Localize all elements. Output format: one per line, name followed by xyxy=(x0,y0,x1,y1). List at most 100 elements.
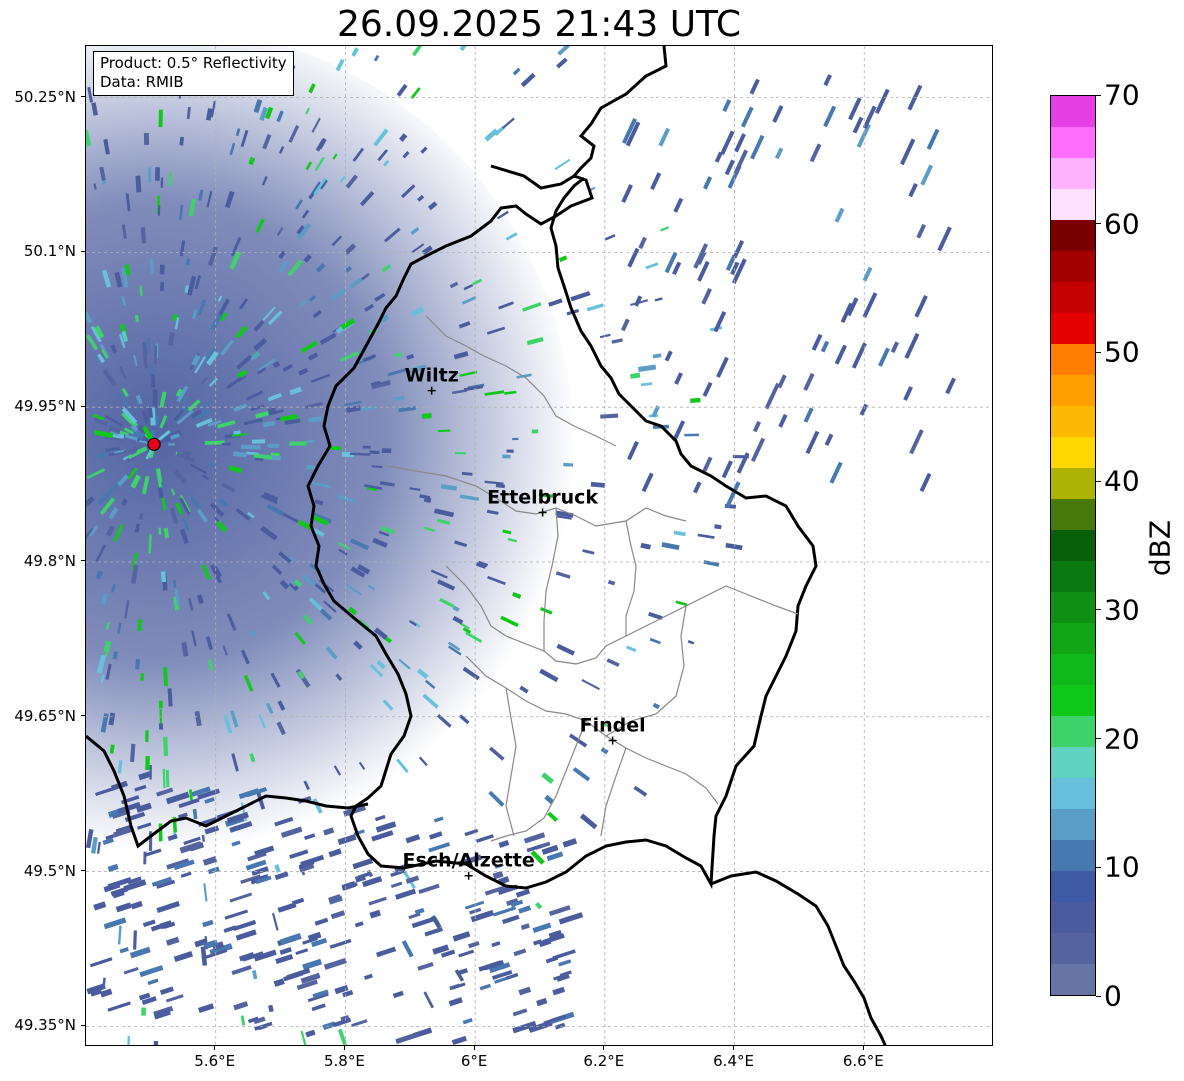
echo-cell xyxy=(119,947,129,954)
y-tick-mark xyxy=(81,250,85,252)
product-label: Product: 0.5° Reflectivity xyxy=(100,54,287,72)
echo-cell xyxy=(823,105,837,128)
radar-site-icon[interactable] xyxy=(147,437,161,451)
echo-cell xyxy=(202,919,214,928)
echo-cell xyxy=(829,461,843,484)
echo-cell xyxy=(621,184,633,204)
echo-cell xyxy=(652,353,662,359)
colorbar-segment xyxy=(1051,158,1095,189)
echo-cell xyxy=(506,449,514,453)
echo-cell xyxy=(428,831,443,840)
echo-cell xyxy=(541,772,554,785)
echo-cell xyxy=(401,940,414,958)
colorbar-segment xyxy=(1051,778,1095,809)
echo-cell xyxy=(302,958,323,971)
echo-cell xyxy=(369,450,380,455)
echo-cell xyxy=(809,143,822,163)
city-label: Wiltz xyxy=(405,365,459,387)
echo-cell xyxy=(803,407,814,423)
echo-cell xyxy=(368,896,387,906)
y-tick-mark xyxy=(81,870,85,872)
echo-cell xyxy=(684,433,699,437)
colorbar-segment xyxy=(1051,871,1095,902)
data-source-label: Data: RMIB xyxy=(100,73,184,91)
echo-cell xyxy=(267,443,280,448)
echo-cell xyxy=(552,986,566,996)
echo-cell xyxy=(314,917,329,926)
echo-cell xyxy=(556,643,575,656)
echo-cell xyxy=(535,902,543,910)
colorbar-segment xyxy=(1051,902,1095,933)
echo-cell xyxy=(697,533,715,539)
echo-cell xyxy=(937,226,952,252)
echo-cell xyxy=(512,67,521,76)
echo-cell xyxy=(520,72,536,88)
echo-cell xyxy=(899,138,916,166)
echo-cell xyxy=(147,978,159,986)
colorbar-segment xyxy=(1051,96,1095,127)
echo-cell xyxy=(556,57,568,69)
colorbar-tick-label: 30 xyxy=(1104,593,1140,627)
echo-cell xyxy=(139,965,164,978)
echo-cell xyxy=(547,811,559,822)
echo-cell xyxy=(341,880,357,891)
map-title: 26.09.2025 21:43 UTC xyxy=(336,4,742,45)
echo-cell xyxy=(703,560,720,567)
echo-cell xyxy=(129,946,151,959)
echo-cell xyxy=(532,922,552,933)
echo-cell xyxy=(823,74,832,87)
echo-cell xyxy=(572,767,591,782)
echo-cell xyxy=(945,377,956,395)
echo-cell xyxy=(638,236,647,250)
colorbar-segment xyxy=(1051,468,1095,499)
echo-cell xyxy=(633,785,648,797)
city-marker-icon xyxy=(464,871,473,880)
colorbar-tick-label: 20 xyxy=(1104,722,1140,756)
echo-cell xyxy=(803,372,815,391)
echo-cell xyxy=(557,46,570,56)
echo-cell xyxy=(515,888,531,898)
colorbar-segment xyxy=(1051,933,1095,964)
echo-cell xyxy=(158,700,163,709)
y-tick-label: 50.25°N xyxy=(14,87,76,106)
product-info-box: Product: 0.5° Reflectivity Data: RMIB xyxy=(93,51,294,96)
echo-cell xyxy=(373,54,380,62)
echo-cell xyxy=(570,291,591,302)
radar-map[interactable]: Wiltz Ettelbruck Findel Esch/Alzette xyxy=(85,45,993,1046)
echo-cell xyxy=(750,134,765,160)
echo-cell xyxy=(650,172,662,191)
echo-cell xyxy=(903,386,913,401)
echo-cell xyxy=(606,658,620,667)
colorbar-segment xyxy=(1051,406,1095,437)
echo-cell xyxy=(658,127,671,147)
radar-map-canvas: Wiltz Ettelbruck Findel Esch/Alzette xyxy=(86,46,992,1045)
echo-cell xyxy=(531,429,539,434)
echo-cell xyxy=(411,916,435,929)
echo-cell xyxy=(279,947,292,955)
city-findel[interactable]: Findel xyxy=(580,715,646,745)
echo-cell xyxy=(273,978,285,987)
echo-cell xyxy=(203,883,208,902)
echo-cell xyxy=(545,956,559,964)
echo-cell xyxy=(558,959,572,967)
x-tick-mark xyxy=(862,1046,864,1050)
echo-cell xyxy=(233,1001,249,1011)
echo-cell xyxy=(240,1015,246,1026)
echo-cell xyxy=(774,147,784,160)
echo-cell xyxy=(307,439,315,443)
echo-cell xyxy=(488,746,505,761)
echo-cell xyxy=(232,919,257,931)
echo-cell xyxy=(492,906,517,917)
colorbar-segment xyxy=(1051,127,1095,158)
echo-cell xyxy=(133,930,137,950)
echo-cell xyxy=(197,1003,215,1014)
echo-cell xyxy=(581,679,601,691)
echo-cell xyxy=(430,914,442,929)
y-tick-label: 49.5°N xyxy=(23,861,76,880)
city-esch-alzette[interactable]: Esch/Alzette xyxy=(403,850,535,880)
radar-site xyxy=(147,437,161,451)
echo-cell xyxy=(502,117,515,129)
echo-cell xyxy=(395,888,417,900)
colorbar-segment xyxy=(1051,344,1095,375)
colorbar-segment xyxy=(1051,592,1095,623)
